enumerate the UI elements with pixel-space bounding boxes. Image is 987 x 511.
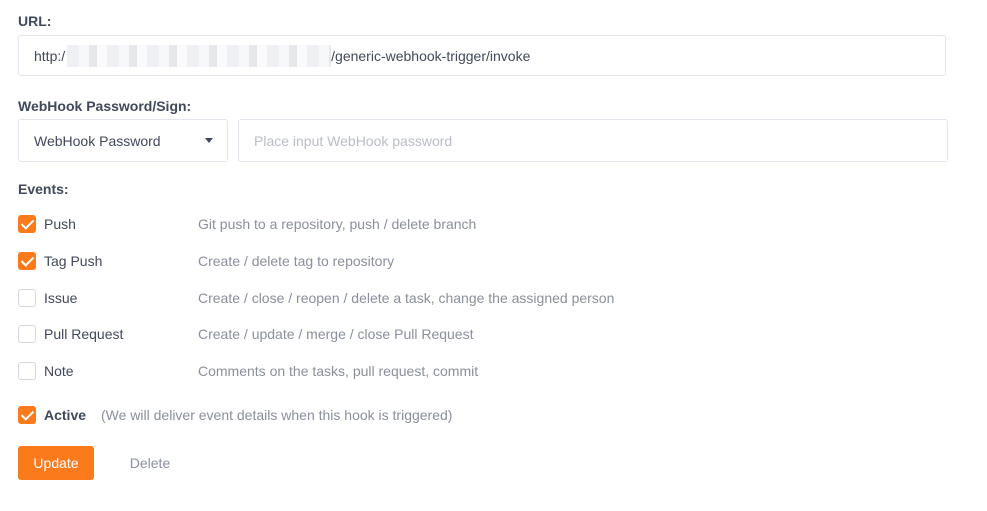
event-note-checkbox[interactable] xyxy=(18,362,36,380)
active-note: (We will deliver event details when this… xyxy=(101,407,453,423)
url-field[interactable]: http:/ /generic-webhook-trigger/invoke xyxy=(18,35,946,76)
event-push-label: Push xyxy=(44,216,76,232)
event-pull-request-checkbox[interactable] xyxy=(18,325,36,343)
url-label: URL: xyxy=(18,13,52,29)
password-type-selected: WebHook Password xyxy=(34,132,161,149)
event-note-description: Comments on the tasks, pull request, com… xyxy=(198,363,479,379)
webhook-password-label: WebHook Password/Sign: xyxy=(18,98,192,114)
event-issue-description: Create / close / reopen / delete a task,… xyxy=(198,290,615,306)
event-push-description: Git push to a repository, push / delete … xyxy=(198,216,477,232)
active-checkbox[interactable] xyxy=(18,406,36,424)
event-push-row[interactable]: Push Git push to a repository, push / de… xyxy=(18,215,718,235)
event-pull-request-row[interactable]: Pull Request Create / update / merge / c… xyxy=(18,325,718,345)
event-note-label: Note xyxy=(44,363,74,379)
event-tag-push-label: Tag Push xyxy=(44,253,103,269)
event-tag-push-row[interactable]: Tag Push Create / delete tag to reposito… xyxy=(18,252,718,272)
webhook-password-input[interactable] xyxy=(238,119,948,162)
event-tag-push-checkbox[interactable] xyxy=(18,252,36,270)
url-suffix: /generic-webhook-trigger/invoke xyxy=(331,47,531,64)
event-tag-push-description: Create / delete tag to repository xyxy=(198,253,395,269)
delete-button[interactable]: Delete xyxy=(112,446,188,480)
event-pull-request-label: Pull Request xyxy=(44,326,124,342)
event-issue-checkbox[interactable] xyxy=(18,289,36,307)
url-prefix: http:/ xyxy=(34,47,66,64)
webhook-settings-form: URL: http:/ /generic-webhook-trigger/invo… xyxy=(0,0,987,511)
active-row[interactable]: Active (We will deliver event details wh… xyxy=(18,406,618,426)
event-issue-label: Issue xyxy=(44,290,78,306)
caret-down-icon xyxy=(205,138,213,143)
password-type-select[interactable]: WebHook Password xyxy=(18,119,228,162)
events-label: Events: xyxy=(18,181,69,197)
url-redacted-segment xyxy=(67,44,332,67)
event-push-checkbox[interactable] xyxy=(18,215,36,233)
update-button[interactable]: Update xyxy=(18,446,94,480)
event-issue-row[interactable]: Issue Create / close / reopen / delete a… xyxy=(18,289,718,309)
active-label: Active xyxy=(44,407,87,423)
event-pull-request-description: Create / update / merge / close Pull Req… xyxy=(198,326,474,342)
event-note-row[interactable]: Note Comments on the tasks, pull request… xyxy=(18,362,718,382)
